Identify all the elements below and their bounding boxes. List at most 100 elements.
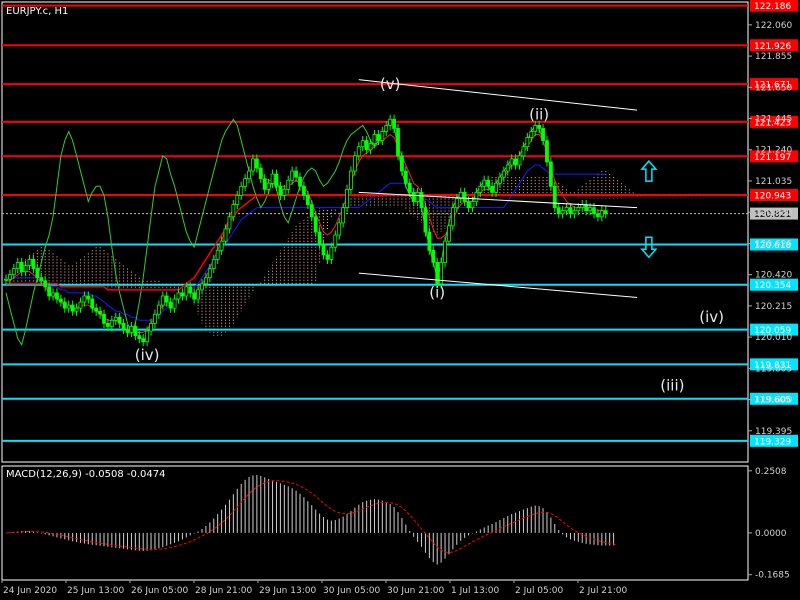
price-bar — [513, 158, 518, 166]
price-bar — [247, 170, 251, 180]
price-bar — [349, 170, 353, 190]
price-bar — [411, 191, 416, 202]
price-bar — [466, 201, 471, 209]
resistance-level-value: 120.943 — [754, 191, 791, 201]
price-bar — [533, 124, 538, 132]
price-bar — [86, 295, 91, 300]
wave-label: (iii) — [660, 376, 684, 394]
macd-tick-label: 0.0000 — [755, 529, 787, 539]
price-bar — [545, 140, 549, 163]
price-bar — [337, 222, 342, 236]
price-bar — [141, 338, 146, 343]
wave-label: (iv) — [135, 346, 160, 364]
price-bar — [192, 292, 197, 300]
price-bar — [517, 155, 522, 166]
price-bar — [286, 179, 291, 190]
price-bar — [176, 292, 181, 300]
price-tick-label: 120.420 — [755, 271, 792, 281]
price-bar — [317, 231, 322, 245]
price-bar — [78, 301, 83, 309]
time-tick-label: 30 Jun 21:00 — [387, 586, 444, 596]
price-bar — [290, 170, 295, 181]
price-bar — [470, 201, 475, 209]
macd-tick-label: 0.2508 — [755, 467, 787, 477]
price-bar — [599, 210, 604, 218]
price-bar — [231, 204, 236, 218]
price-bar — [584, 204, 589, 212]
price-bar — [266, 182, 271, 190]
price-bar — [490, 185, 494, 193]
price-tick-label: 120.215 — [755, 302, 792, 312]
price-bar — [70, 304, 75, 312]
price-tick-label: 119.805 — [755, 364, 792, 374]
price-bar — [564, 207, 569, 212]
price-bar — [313, 216, 318, 233]
price-bar — [58, 298, 63, 303]
price-tick-label: 122.060 — [755, 21, 792, 31]
price-bar — [427, 231, 432, 251]
price-bar — [294, 170, 298, 178]
price-bar — [552, 185, 557, 209]
price-bar — [447, 225, 451, 242]
price-bar — [548, 161, 553, 187]
price-bar — [443, 240, 447, 263]
price-bar — [243, 178, 248, 187]
price-bar — [576, 207, 581, 212]
price-bar — [15, 262, 20, 269]
time-tick-label: 2 Jul 05:00 — [515, 586, 564, 596]
support-level-value: 120.354 — [754, 281, 791, 291]
time-tick-label: 26 Jun 05:00 — [131, 586, 188, 596]
price-bar — [251, 158, 255, 172]
price-bar — [258, 167, 263, 180]
price-tick-label: 119.600 — [755, 396, 792, 406]
price-bar — [494, 182, 498, 193]
price-bar — [450, 207, 455, 227]
window-title: EURJPY.c, H1 — [6, 6, 68, 17]
price-bar — [4, 278, 8, 281]
price-bar — [592, 207, 596, 215]
price-bar — [215, 249, 220, 260]
price-bar — [184, 286, 189, 297]
price-bar — [415, 191, 420, 202]
price-bar — [106, 322, 110, 327]
price-bar — [262, 178, 267, 190]
price-bar — [392, 118, 396, 129]
price-bar — [474, 191, 479, 202]
price-bar — [333, 234, 338, 248]
price-bar — [501, 170, 506, 178]
wave-label: (ii) — [529, 105, 549, 123]
price-tick-label: 121.035 — [755, 177, 792, 187]
price-bar — [47, 286, 52, 297]
price-bar — [572, 210, 577, 215]
wave-label: (i) — [429, 283, 445, 301]
price-tick-label: 120.830 — [755, 208, 792, 218]
price-bar — [400, 155, 404, 172]
macd-label: MACD(12,26,9) -0.0508 -0.0474 — [6, 469, 166, 480]
price-bar — [403, 170, 408, 184]
resistance-level-value: 122.186 — [754, 2, 791, 12]
price-bar — [98, 310, 102, 315]
price-bar — [270, 173, 275, 184]
time-tick-label: 29 Jun 13:00 — [259, 586, 316, 596]
price-bar — [200, 283, 204, 291]
price-bar — [51, 292, 55, 297]
price-bar — [360, 140, 365, 148]
price-bar — [133, 326, 138, 336]
price-bar — [525, 137, 530, 148]
price-bar — [388, 118, 393, 126]
price-bar — [82, 295, 87, 303]
price-bar — [498, 176, 502, 184]
price-bar — [113, 316, 118, 321]
price-bar — [541, 128, 545, 142]
price-bar — [278, 185, 283, 196]
price-bar — [35, 268, 40, 279]
price-bar — [537, 124, 542, 129]
price-bar — [153, 313, 157, 324]
price-bar — [172, 298, 177, 309]
price-bar — [407, 182, 412, 193]
price-bar — [43, 280, 48, 288]
price-bar — [27, 259, 32, 266]
price-bar — [454, 198, 459, 209]
price-bar — [603, 210, 608, 215]
price-bar — [364, 140, 369, 151]
